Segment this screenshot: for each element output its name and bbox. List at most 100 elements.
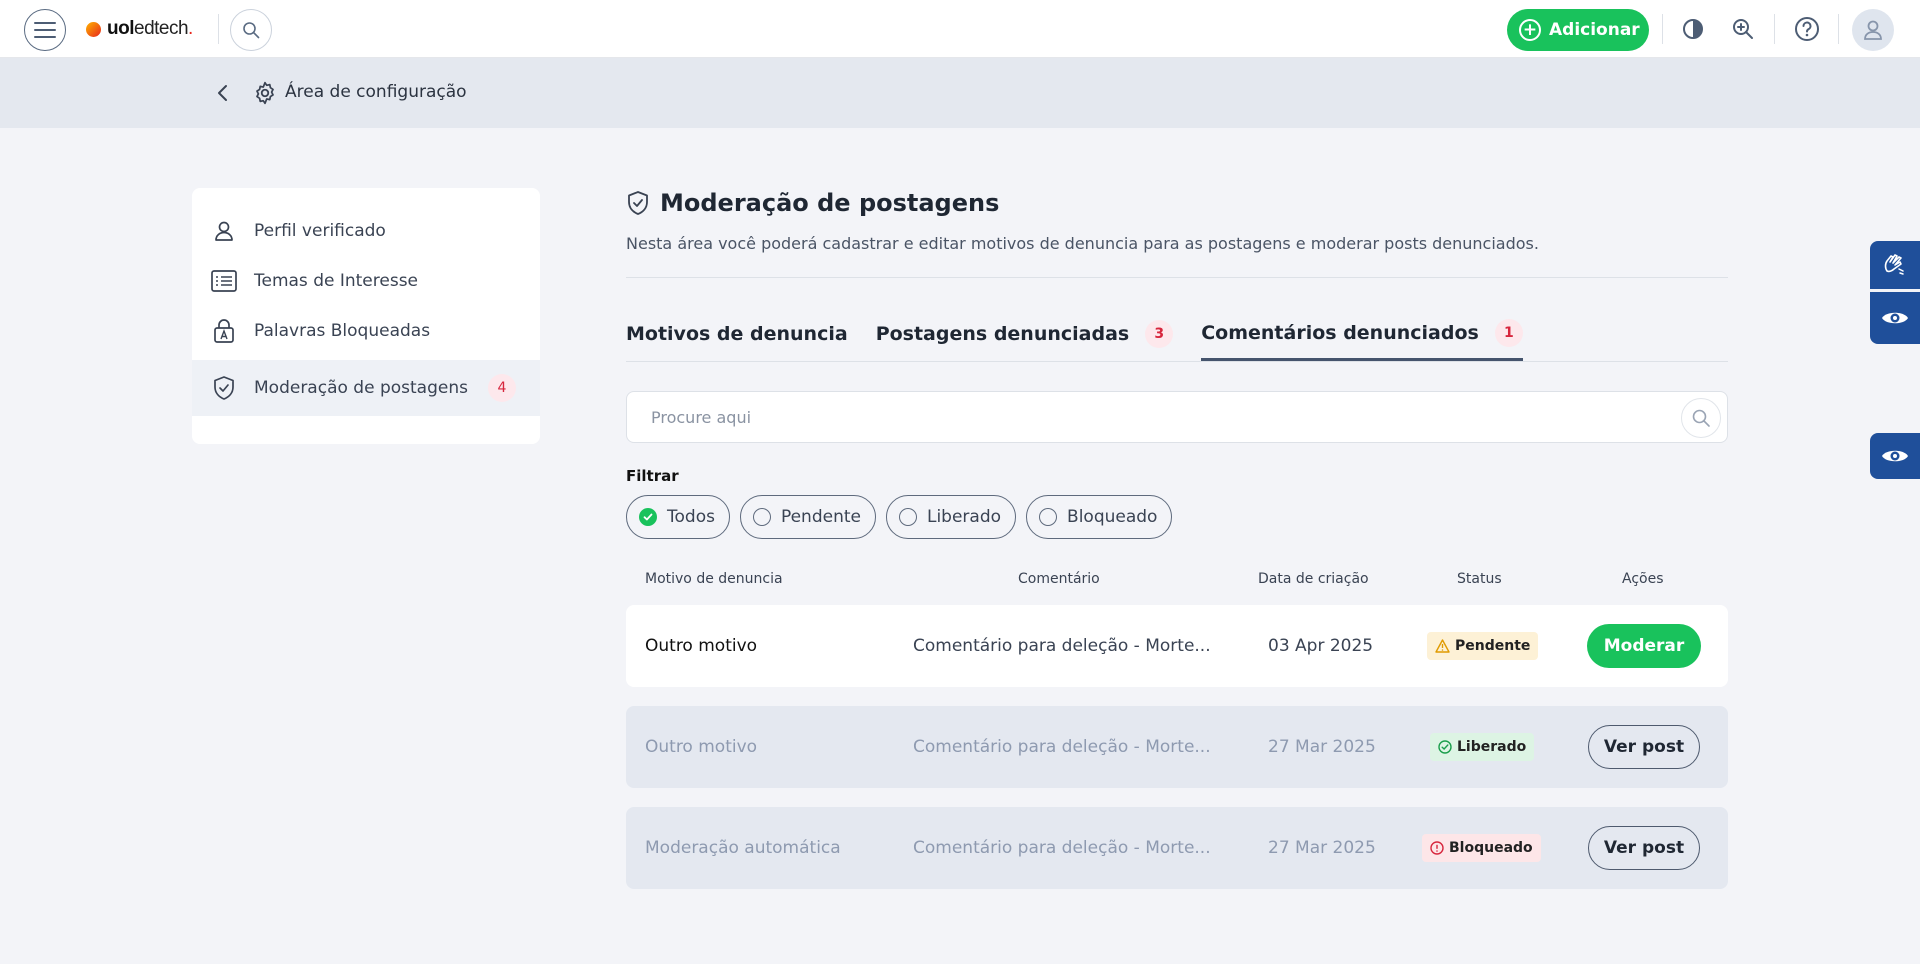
menu-button[interactable] <box>24 9 66 51</box>
radio-icon <box>898 508 917 526</box>
table-body: Outro motivo Comentário para deleção - M… <box>626 605 1728 925</box>
settings-sidebar: Perfil verificado Temas de Interesse Pal… <box>192 188 540 444</box>
search-submit-button[interactable] <box>1681 398 1721 438</box>
top-bar: uoledtech. + Adicionar <box>0 0 1920 58</box>
tab-label: Postagens denunciadas <box>875 323 1130 345</box>
menu-icon <box>34 22 56 38</box>
contrast-icon <box>1683 19 1703 39</box>
alert-circle-icon <box>1430 841 1444 855</box>
column-header-motivo: Motivo de denuncia <box>645 571 783 587</box>
contrast-button[interactable] <box>1678 14 1708 44</box>
row-action-cell: Ver post <box>1588 706 1700 788</box>
zoom-in-icon <box>1733 19 1753 39</box>
page-header: Moderação de postagens <box>626 186 1728 220</box>
table-row: Outro motivo Comentário para deleção - M… <box>626 605 1728 687</box>
user-icon <box>1864 20 1882 40</box>
moderate-button[interactable]: Moderar <box>1587 624 1701 668</box>
view-post-button[interactable]: Ver post <box>1588 725 1700 769</box>
filter-label-pendente: Pendente <box>780 507 861 527</box>
shield-check-icon <box>628 191 648 215</box>
divider <box>1774 14 1775 44</box>
row-data: 27 Mar 2025 <box>1268 737 1376 757</box>
tab-postagens-denunciadas[interactable]: Postagens denunciadas 3 <box>876 313 1174 361</box>
shield-check-icon <box>210 374 238 402</box>
user-avatar[interactable] <box>1852 9 1894 51</box>
logo[interactable]: uoledtech. <box>86 16 193 42</box>
filter-todos[interactable]: Todos <box>626 495 730 539</box>
plus-icon: + <box>1519 19 1541 41</box>
sidebar-item-moderacao-de-postagens[interactable]: Moderação de postagens 4 <box>192 360 540 416</box>
tab-comentarios-denunciados[interactable]: Comentários denunciados 1 <box>1201 313 1523 361</box>
logo-text: uoledtech. <box>107 18 193 39</box>
global-search-button[interactable] <box>230 9 272 51</box>
eye-icon <box>1882 312 1908 324</box>
divider <box>218 14 219 44</box>
status-label: Pendente <box>1455 638 1531 654</box>
check-icon <box>639 508 657 526</box>
status-badge: Bloqueado <box>1422 834 1541 862</box>
back-button[interactable] <box>212 82 234 104</box>
gear-icon <box>252 80 278 106</box>
count-badge: 3 <box>1145 320 1174 348</box>
search-box <box>626 391 1728 443</box>
sidebar-item-temas-de-interesse[interactable]: Temas de Interesse <box>192 256 540 306</box>
help-button[interactable] <box>1792 14 1822 44</box>
filter-liberado[interactable]: Liberado <box>885 495 1017 539</box>
sidebar-item-label: Palavras Bloqueadas <box>254 321 431 341</box>
row-data: 27 Mar 2025 <box>1268 838 1376 858</box>
sidebar-item-perfil-verificado[interactable]: Perfil verificado <box>192 206 540 256</box>
accessibility-view-button[interactable] <box>1870 292 1920 344</box>
column-header-status: Status <box>1457 571 1502 587</box>
tab-label: Comentários denunciados <box>1201 321 1479 344</box>
column-header-comentario: Comentário <box>1018 571 1100 587</box>
view-post-button[interactable]: Ver post <box>1588 826 1700 870</box>
row-motivo: Outro motivo <box>645 636 758 656</box>
sidebar-item-label: Perfil verificado <box>254 221 386 241</box>
sign-language-icon <box>1884 254 1904 275</box>
filter-label-todos: Todos <box>667 507 715 527</box>
filter-pendente[interactable]: Pendente <box>739 495 876 539</box>
radio-icon <box>1039 508 1058 526</box>
accessibility-reader-button[interactable] <box>1870 433 1920 479</box>
status-badge: Pendente <box>1427 632 1539 660</box>
column-header-data: Data de criação <box>1258 571 1369 587</box>
add-button[interactable]: + Adicionar <box>1507 9 1649 51</box>
divider <box>1662 14 1663 44</box>
count-badge: 4 <box>487 374 516 402</box>
filter-bloqueado[interactable]: Bloqueado <box>1026 495 1173 539</box>
list-icon <box>210 267 238 295</box>
row-status-cell: Liberado <box>1430 706 1535 788</box>
logo-mark-icon <box>86 21 101 37</box>
lock-icon <box>210 317 238 345</box>
breadcrumb: Área de configuração <box>0 58 1920 128</box>
chevron-left-icon <box>218 85 227 101</box>
filter-chips: Todos Pendente Liberado Bloqueado <box>626 495 1728 539</box>
row-action-cell: Ver post <box>1588 807 1700 889</box>
search-input[interactable] <box>651 407 1611 427</box>
row-comentario: Comentário para deleção - Morte... <box>913 838 1211 858</box>
tab-bar: Motivos de denuncia Postagens denunciada… <box>626 278 1728 362</box>
row-action-cell: Moderar <box>1587 605 1701 687</box>
count-badge: 1 <box>1494 318 1523 347</box>
search-icon <box>243 22 260 39</box>
help-icon <box>1795 17 1819 41</box>
zoom-button[interactable] <box>1728 14 1758 44</box>
tab-motivos-de-denuncia[interactable]: Motivos de denuncia <box>626 313 848 361</box>
eye-icon <box>1882 450 1908 462</box>
search-icon <box>1692 409 1710 427</box>
table-row: Outro motivo Comentário para deleção - M… <box>626 706 1728 788</box>
status-badge: Liberado <box>1430 733 1535 761</box>
tab-label: Motivos de denuncia <box>626 323 848 345</box>
sidebar-item-palavras-bloqueadas[interactable]: Palavras Bloqueadas <box>192 306 540 356</box>
user-icon <box>210 217 238 245</box>
row-status-cell: Bloqueado <box>1422 807 1541 889</box>
filter-label-bloqueado: Bloqueado <box>1067 507 1158 527</box>
sign-language-button[interactable] <box>1870 241 1920 289</box>
main-content: Moderação de postagens Nesta área você p… <box>626 186 1728 925</box>
warning-icon <box>1435 639 1450 653</box>
row-motivo: Outro motivo <box>645 737 758 757</box>
page-description: Nesta área você poderá cadastrar e edita… <box>626 234 1539 253</box>
add-button-label: Adicionar <box>1549 20 1640 40</box>
row-motivo: Moderação automática <box>645 838 841 858</box>
page-title: Moderação de postagens <box>660 189 1000 217</box>
